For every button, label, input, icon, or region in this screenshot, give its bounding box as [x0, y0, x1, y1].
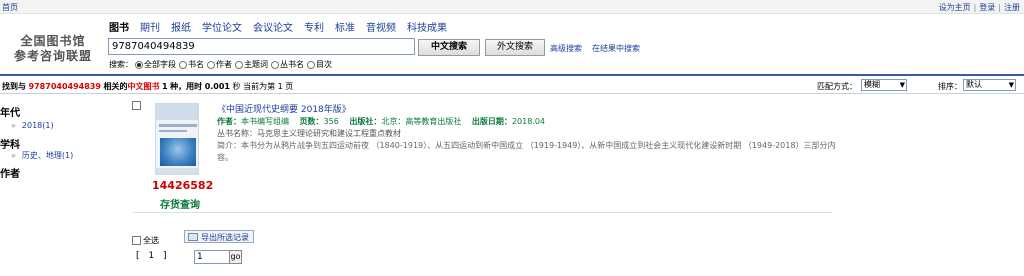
select-all-checkbox[interactable] — [132, 236, 141, 245]
radio-icon[interactable] — [207, 60, 215, 69]
register-link[interactable]: 注册 — [1004, 3, 1020, 12]
match-mode-select[interactable]: 模糊 ▼ — [861, 79, 907, 91]
option-all-fields[interactable]: 全部字段 — [135, 59, 176, 70]
match-mode-label: 匹配方式： — [817, 82, 857, 91]
results-summary-bar: 找到与 9787040494839 相关的中文图书 1 种，用时 0.001 秒… — [0, 78, 1024, 94]
home-link[interactable]: 首页 — [2, 2, 18, 13]
login-link[interactable]: 登录 — [979, 3, 995, 12]
record-checkbox[interactable] — [132, 101, 141, 110]
radio-icon[interactable] — [235, 60, 243, 69]
chevron-down-icon: ▼ — [899, 81, 905, 89]
record-date: 2018.04 — [511, 117, 546, 126]
header-divider — [0, 74, 1024, 76]
record-title-link[interactable]: 《中国近现代史纲要 2018年版》 — [217, 102, 351, 115]
tab-audio-video[interactable]: 音视频 — [366, 19, 396, 34]
go-button[interactable]: go — [229, 250, 242, 264]
set-homepage-link[interactable]: 设为主页 — [939, 3, 971, 12]
radio-icon[interactable] — [135, 60, 143, 69]
tab-books[interactable]: 图书 — [109, 19, 129, 34]
search-input[interactable] — [108, 38, 415, 55]
facet-author-title: 作者 — [0, 169, 20, 180]
record-pages: 356 — [323, 117, 339, 126]
facet-subject-history[interactable]: » 历史、地理(1) — [11, 150, 73, 161]
record-divider — [132, 212, 832, 213]
pagination: [ 1 ] — [136, 251, 170, 261]
record-author: 本书编写组编 — [241, 117, 289, 126]
logo-line-2: 参考咨询联盟 — [14, 49, 93, 63]
category-tabs: 图书 期刊 报纸 学位论文 会议论文 专利 标准 音视频 科技成果 — [109, 19, 458, 34]
site-logo[interactable]: 全国图书馆 参考咨询联盟 — [14, 34, 92, 64]
tab-conference-papers[interactable]: 会议论文 — [253, 19, 293, 34]
facet-subject-title: 学科 — [0, 140, 20, 151]
top-utility-bar: 首页 设为主页 | 登录 | 注册 — [0, 0, 1024, 14]
record-abstract: 简介：本书分为从鸦片战争到五四运动前夜 （1840-1919）、从五四运动到新中… — [217, 141, 836, 162]
book-cover-image[interactable] — [155, 103, 199, 175]
top-links: 设为主页 | 登录 | 注册 — [938, 3, 1020, 12]
results-summary-text: 找到与 9787040494839 相关的中文图书 1 种，用时 0.001 秒… — [2, 82, 294, 91]
tab-standards[interactable]: 标准 — [335, 19, 355, 34]
option-author[interactable]: 作者 — [207, 59, 232, 70]
record-publisher: 北京：高等教育出版社 — [381, 117, 462, 126]
option-title[interactable]: 书名 — [179, 59, 204, 70]
sort-select[interactable]: 默认 ▼ — [963, 79, 1016, 91]
chevron-down-icon: ▼ — [1008, 81, 1014, 89]
export-selected-button[interactable]: 导出所选记录 — [184, 230, 254, 243]
option-contents[interactable]: 目次 — [307, 59, 332, 70]
tab-newspapers[interactable]: 报纸 — [171, 19, 191, 34]
logo-line-1: 全国图书馆 — [20, 34, 86, 48]
option-series[interactable]: 丛书名 — [271, 59, 304, 70]
tab-theses[interactable]: 学位论文 — [202, 19, 242, 34]
tab-patents[interactable]: 专利 — [304, 19, 324, 34]
record-series: 丛书名称：马克思主义理论研究和建设工程重点教材 — [217, 129, 401, 138]
search-by-label: 搜索： — [109, 60, 133, 69]
export-icon — [188, 233, 198, 241]
radio-icon[interactable] — [179, 60, 187, 69]
stock-check-link[interactable]: 存货查询 — [160, 196, 200, 211]
chinese-search-button[interactable]: 中文搜索 — [418, 39, 480, 56]
record-meta: 作者：本书编写组编 页数：356 出版社：北京：高等教育出版社 出版日期：201… — [217, 117, 546, 126]
sort-label: 排序： — [938, 82, 962, 91]
tab-journals[interactable]: 期刊 — [140, 19, 160, 34]
search-in-results-link[interactable]: 在结果中搜索 — [592, 43, 640, 54]
facet-year-2018[interactable]: » 2018(1) — [11, 121, 54, 130]
select-all[interactable]: 全选 — [132, 235, 159, 246]
advanced-search-link[interactable]: 高级搜索 — [550, 43, 582, 54]
option-subject[interactable]: 主题词 — [235, 59, 268, 70]
tab-tech-achievements[interactable]: 科技成果 — [407, 19, 447, 34]
page-number-input[interactable]: 1 — [194, 250, 230, 264]
bullet-arrow-icon: » — [11, 151, 16, 160]
search-field-options: 搜索： 全部字段 书名 作者 主题词 丛书名 目次 — [109, 59, 335, 70]
foreign-search-button[interactable]: 外文搜索 — [485, 39, 545, 56]
radio-icon[interactable] — [307, 60, 315, 69]
facet-year-title: 年代 — [0, 108, 20, 119]
radio-icon[interactable] — [271, 60, 279, 69]
bullet-arrow-icon: » — [11, 121, 16, 130]
ss-number: 14426582 — [152, 179, 214, 192]
select-all-label: 全选 — [143, 236, 159, 245]
